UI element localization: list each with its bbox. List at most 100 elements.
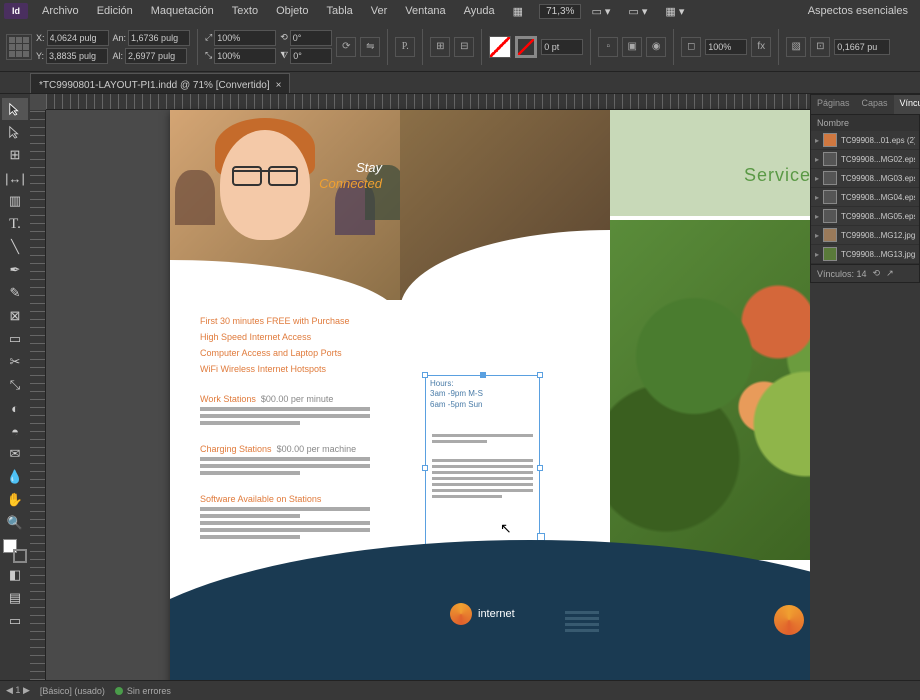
menu-maquetacion[interactable]: Maquetación	[143, 5, 222, 17]
selection-tool[interactable]	[2, 98, 28, 120]
shear-input[interactable]	[290, 48, 332, 64]
fill-stroke-indicator[interactable]	[3, 539, 27, 563]
wrap-bbox-icon[interactable]: ▣	[622, 37, 642, 57]
note-tool[interactable]: ✉	[2, 443, 28, 465]
fx-value-input[interactable]	[834, 39, 890, 55]
rotate-input[interactable]	[290, 30, 332, 46]
stroke-weight-input[interactable]	[541, 39, 583, 55]
vertical-ruler[interactable]	[30, 110, 46, 680]
stroke-swatch[interactable]	[515, 36, 537, 58]
reference-point-grid[interactable]	[6, 34, 32, 60]
menu-ventana[interactable]: Ventana	[397, 5, 453, 17]
footer-logo-small: internet	[450, 603, 515, 625]
link-row[interactable]: ▸TC99908...MG13.jpg	[811, 245, 919, 264]
preflight-status[interactable]: Sin errores	[127, 686, 171, 696]
disclosure-icon[interactable]: ▸	[815, 231, 819, 240]
goto-link-icon[interactable]: ↗	[886, 268, 894, 279]
menu-ayuda[interactable]: Ayuda	[456, 5, 503, 17]
rotate-cw-icon[interactable]: ⟳	[336, 37, 356, 57]
direct-selection-tool[interactable]	[2, 121, 28, 143]
pen-tool[interactable]: ✒	[2, 259, 28, 281]
menu-ver[interactable]: Ver	[363, 5, 396, 17]
eyedropper-tool[interactable]: 💧	[2, 466, 28, 488]
page-nav[interactable]: ◀ 1 ▶	[6, 685, 30, 696]
fill-swatch[interactable]	[489, 36, 511, 58]
scale-x-input[interactable]	[214, 30, 276, 46]
fitting-icon[interactable]: ⊡	[810, 37, 830, 57]
menu-texto[interactable]: Texto	[224, 5, 266, 17]
preflight-ok-icon	[115, 687, 123, 695]
links-count: Vínculos: 14	[817, 269, 867, 279]
gradient-feather-tool[interactable]: ◓	[2, 420, 28, 442]
rectangle-frame-tool[interactable]: ⊠	[2, 305, 28, 327]
disclosure-icon[interactable]: ▸	[815, 155, 819, 164]
free-transform-tool[interactable]: ⤡	[2, 374, 28, 396]
promo-line: High Speed Internet Access	[200, 332, 400, 342]
link-row[interactable]: ▸TC99908...MG05.eps	[811, 207, 919, 226]
tab-document[interactable]: *TC9990801-LAYOUT-PI1.indd @ 71% [Conver…	[30, 73, 290, 93]
select-content-icon[interactable]: ⊞	[430, 37, 450, 57]
link-row[interactable]: ▸TC99908...MG03.eps	[811, 169, 919, 188]
h-input[interactable]	[125, 48, 187, 64]
gradient-swatch-tool[interactable]: ◐	[2, 397, 28, 419]
swirl-icon	[774, 605, 804, 635]
scale-y-input[interactable]	[214, 48, 276, 64]
y-input[interactable]	[46, 48, 108, 64]
content-collector-tool[interactable]: ▥	[2, 190, 28, 212]
wrap-none-icon[interactable]: ▫	[598, 37, 618, 57]
link-row[interactable]: ▸TC99908...MG04.eps	[811, 188, 919, 207]
scissors-tool[interactable]: ✂	[2, 351, 28, 373]
tab-title: *TC9990801-LAYOUT-PI1.indd @ 71% [Conver…	[39, 80, 270, 91]
workspace-switcher[interactable]: Aspectos esenciales	[800, 5, 916, 17]
horizontal-ruler[interactable]	[46, 94, 810, 110]
type-tool[interactable]: T.	[2, 213, 28, 235]
disclosure-icon[interactable]: ▸	[815, 136, 819, 145]
select-container-icon[interactable]: ⊟	[454, 37, 474, 57]
wrap-shape-icon[interactable]: ◉	[646, 37, 666, 57]
tab-capas[interactable]: Capas	[856, 95, 894, 114]
close-icon[interactable]: ×	[276, 80, 282, 91]
mouse-cursor-icon: ↖	[500, 520, 512, 537]
w-input[interactable]	[128, 30, 190, 46]
link-row[interactable]: ▸TC99908...MG12.jpg	[811, 226, 919, 245]
disclosure-icon[interactable]: ▸	[815, 174, 819, 183]
arrange-icon[interactable]: ▦ ▾	[657, 5, 692, 18]
links-header: Nombre	[811, 115, 919, 131]
char-panel-icon[interactable]: P.	[395, 37, 415, 57]
zoom-tool[interactable]: 🔍	[2, 512, 28, 534]
screen-mode-icon[interactable]: ▭ ▾	[620, 5, 655, 18]
rectangle-tool[interactable]: ▭	[2, 328, 28, 350]
screen-mode-toggle[interactable]: ▭	[2, 610, 28, 632]
menu-archivo[interactable]: Archivo	[34, 5, 87, 17]
flip-h-icon[interactable]: ⇋	[360, 37, 380, 57]
hand-tool[interactable]: ✋	[2, 489, 28, 511]
zoom-level-input[interactable]: 71,3%	[539, 4, 581, 19]
bridge-icon[interactable]: ▦	[505, 5, 531, 18]
page-tool[interactable]: ⊞	[2, 144, 28, 166]
tab-paginas[interactable]: Páginas	[811, 95, 856, 114]
tab-vinculos[interactable]: Vínculos	[894, 95, 920, 114]
apply-gradient-icon[interactable]: ▤	[2, 587, 28, 609]
disclosure-icon[interactable]: ▸	[815, 212, 819, 221]
link-row[interactable]: ▸TC99908...MG02.eps	[811, 150, 919, 169]
menu-objeto[interactable]: Objeto	[268, 5, 316, 17]
view-mode-icon[interactable]: ▭ ▾	[583, 5, 618, 18]
menu-edicion[interactable]: Edición	[89, 5, 141, 17]
apply-color-icon[interactable]: ◧	[2, 564, 28, 586]
x-input[interactable]	[47, 30, 109, 46]
link-name: TC99908...01.eps (2)	[841, 136, 915, 145]
drop-shadow-icon[interactable]: ▧	[786, 37, 806, 57]
line-tool[interactable]: ╲	[2, 236, 28, 258]
canvas[interactable]: Stay Connected First 30 minutes FREE wit…	[30, 94, 810, 680]
corner-options-icon[interactable]: ◻	[681, 37, 701, 57]
effects-icon[interactable]: fx	[751, 37, 771, 57]
menu-tabla[interactable]: Tabla	[318, 5, 360, 17]
object-style-status[interactable]: [Básico] (usado)	[40, 686, 105, 696]
opacity-input[interactable]	[705, 39, 747, 55]
gap-tool[interactable]: |↔|	[2, 167, 28, 189]
link-row[interactable]: ▸ TC99908...01.eps (2)	[811, 131, 919, 150]
relink-icon[interactable]: ⟲	[873, 268, 881, 279]
pencil-tool[interactable]: ✎	[2, 282, 28, 304]
disclosure-icon[interactable]: ▸	[815, 193, 819, 202]
disclosure-icon[interactable]: ▸	[815, 250, 819, 259]
